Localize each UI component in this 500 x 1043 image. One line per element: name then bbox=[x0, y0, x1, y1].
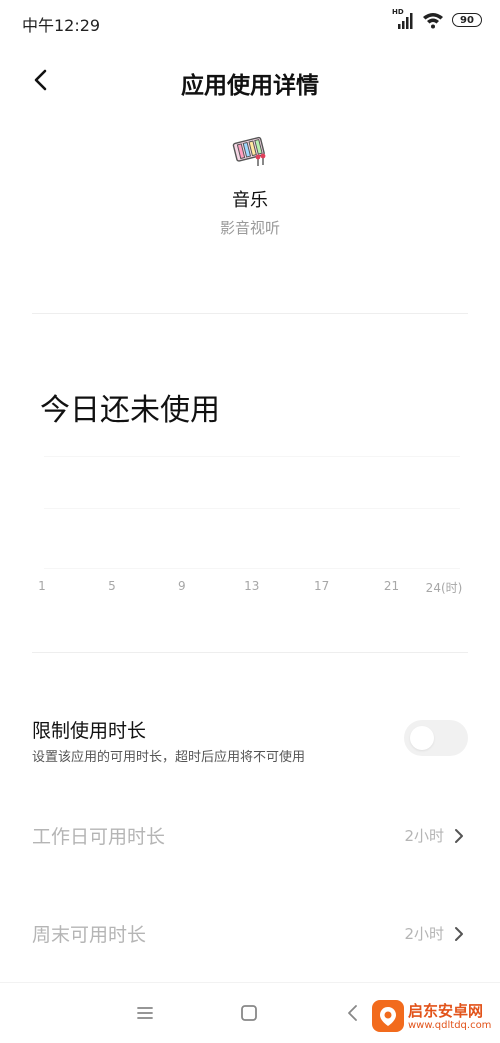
chart-grid-line bbox=[44, 508, 460, 509]
battery-icon: 90 bbox=[452, 13, 482, 27]
chart-x-tick: 5 bbox=[108, 579, 116, 593]
weekend-duration-row[interactable]: 周末可用时长 2小时 bbox=[0, 904, 500, 964]
chevron-right-icon bbox=[452, 826, 466, 846]
status-icons: HD 90 bbox=[392, 8, 482, 30]
setting-label: 工作日可用时长 bbox=[32, 826, 166, 848]
setting-value: 2小时 bbox=[404, 827, 444, 845]
limit-description: 设置该应用的可用时长，超时后应用将不可使用 bbox=[32, 750, 306, 765]
setting-label: 周末可用时长 bbox=[32, 924, 147, 946]
music-app-icon bbox=[230, 130, 270, 170]
limit-toggle[interactable] bbox=[404, 720, 468, 756]
watermark-url: www.qdltdq.com bbox=[408, 1020, 492, 1031]
header: 应用使用详情 bbox=[0, 56, 500, 104]
page-title: 应用使用详情 bbox=[181, 73, 319, 99]
chart-x-tick: 17 bbox=[314, 579, 330, 593]
chart-grid-line bbox=[44, 568, 460, 569]
toggle-knob bbox=[410, 726, 434, 750]
chart-x-tick: 13 bbox=[244, 579, 260, 593]
chart-x-tick: 1 bbox=[38, 579, 46, 593]
limit-title: 限制使用时长 bbox=[32, 720, 147, 742]
menu-icon[interactable] bbox=[133, 1001, 157, 1025]
chart-grid-line bbox=[44, 456, 460, 457]
app-category: 影音视听 bbox=[219, 219, 280, 237]
hd-signal-icon: HD bbox=[392, 8, 414, 30]
weekday-duration-row[interactable]: 工作日可用时长 2小时 bbox=[0, 806, 500, 866]
watermark-name: 启东安卓网 bbox=[408, 1002, 484, 1020]
chevron-right-icon bbox=[452, 924, 466, 944]
chart-x-tick: 9 bbox=[177, 579, 186, 593]
wifi-icon bbox=[422, 11, 444, 29]
divider bbox=[32, 313, 468, 314]
app-name: 音乐 bbox=[232, 190, 268, 211]
home-icon[interactable] bbox=[237, 1001, 261, 1025]
watermark-logo: 启东安卓网 www.qdltdq.com bbox=[368, 998, 500, 1038]
chart-x-tick: 21 bbox=[383, 579, 400, 593]
divider bbox=[32, 652, 468, 653]
usage-headline: 今日还未使用 bbox=[40, 393, 220, 428]
battery-level: 90 bbox=[460, 14, 474, 26]
setting-value: 2小时 bbox=[404, 925, 444, 943]
status-bar: 中午12:29 HD 90 bbox=[0, 0, 500, 44]
watermark-badge-icon bbox=[372, 1000, 404, 1032]
chart-x-tick: 24(时) bbox=[425, 581, 463, 595]
back-icon[interactable] bbox=[341, 1001, 365, 1025]
status-time: 中午12:29 bbox=[22, 16, 101, 35]
usage-chart: 1 5 9 13 17 21 24(时) bbox=[30, 440, 470, 610]
